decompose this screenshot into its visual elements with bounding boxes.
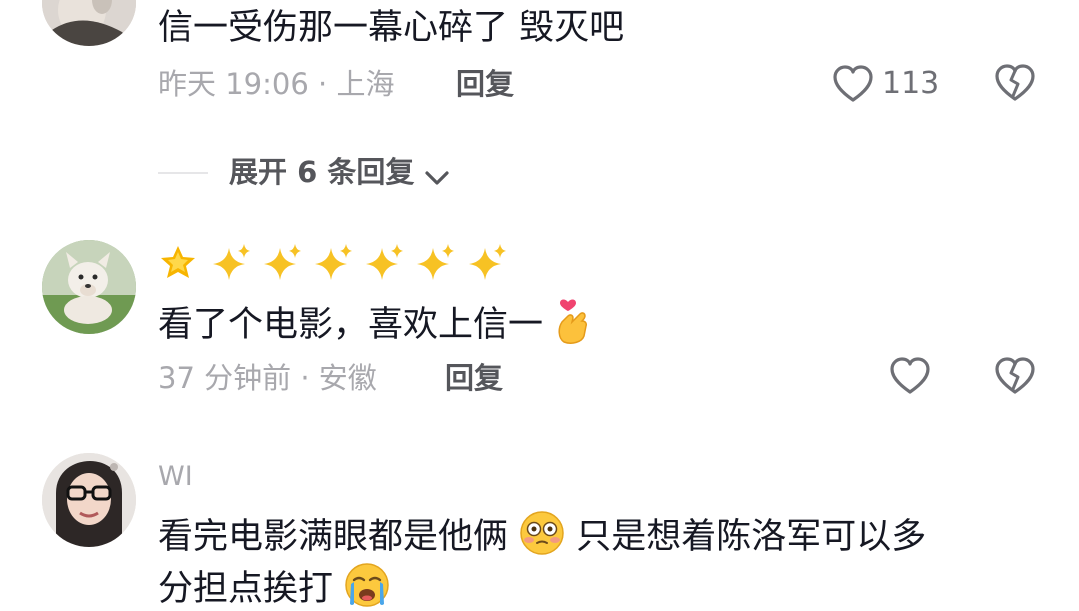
like-button[interactable]: 113 [832,62,942,106]
glowing-star-icon [161,246,195,278]
heart-icon[interactable] [889,356,931,396]
divider [158,172,208,174]
comment-text: 信一受伤那一幕心碎了 毁灭吧 [158,8,625,48]
chevron-down-icon [425,170,450,185]
comment-text: 看完电影满眼都是他俩 只是想着陈洛军可以多 [158,510,926,559]
username[interactable]: WI [158,460,193,494]
expand-replies-button[interactable]: 展开 6 条回复 [229,154,451,194]
comment-text-part: 分担点挨打 [158,569,334,609]
avatar[interactable] [42,240,136,334]
heart-icon [833,65,873,102]
finger-heart-icon [558,299,588,344]
like-count: 113 [882,66,940,101]
sparkles-icon [213,244,251,280]
comment-text-part: 看完电影满眼都是他俩 [158,517,509,557]
sparkles-icon [366,244,404,280]
comment-meta: 37 分钟前 · 安徽 [158,361,377,395]
reply-button[interactable]: 回复 [445,360,503,396]
dislike-icon[interactable] [994,356,1036,396]
sparkle-row [158,242,509,282]
dislike-icon[interactable] [994,63,1036,103]
comment-text-body: 看了个电影，喜欢上信一 [158,305,544,345]
sparkles-icon [468,244,506,280]
reply-button[interactable]: 回复 [456,66,514,102]
avatar[interactable] [42,0,136,46]
comment-text-part: 只是想着陈洛军可以多 [576,517,927,557]
flushed-face-icon [520,511,564,555]
avatar[interactable] [42,453,136,547]
crying-face-icon [345,563,389,607]
comment-text-line-2: 分担点挨打 [158,562,390,611]
sparkles-icon [315,244,353,280]
comment-meta: 昨天 19:06 · 上海 [158,67,395,101]
expand-replies-label: 展开 6 条回复 [229,155,415,189]
sparkles-icon [264,244,302,280]
comment-text: 看了个电影，喜欢上信一 [158,296,594,347]
sparkles-icon [417,244,455,280]
